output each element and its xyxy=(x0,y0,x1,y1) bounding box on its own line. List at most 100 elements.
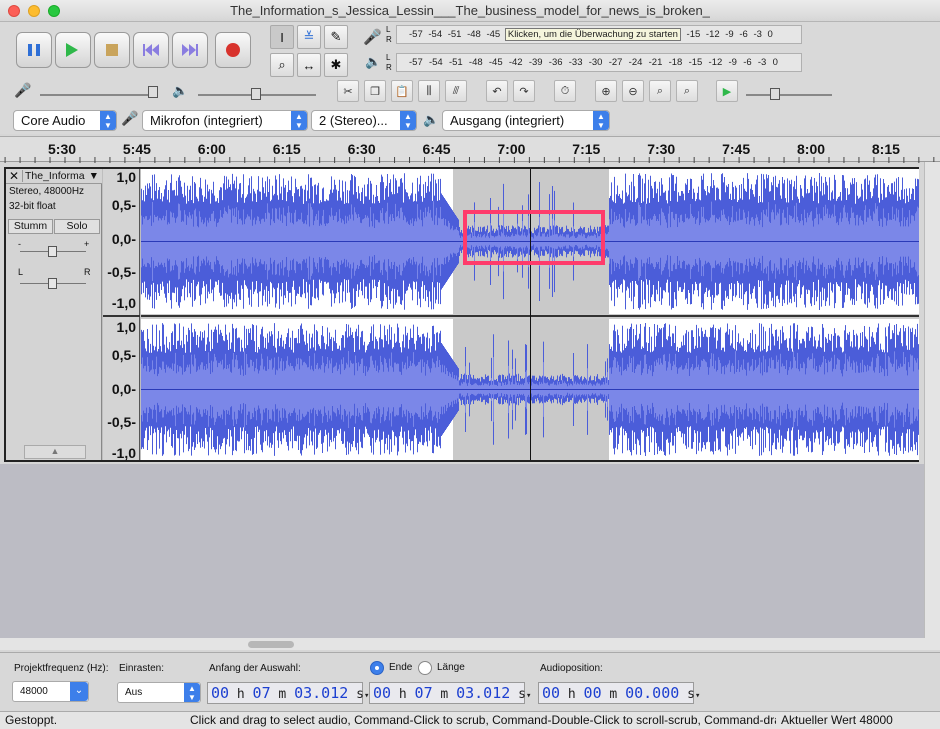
envelope-tool[interactable]: ≚ xyxy=(297,25,321,49)
ruler-tick-label: 8:15 xyxy=(871,141,900,157)
playback-meter[interactable]: -57 -54 -51 -48 -45 -42 -39 -36 -33 -30 … xyxy=(396,53,802,72)
pause-button[interactable] xyxy=(16,32,52,68)
project-rate-select[interactable]: 48000 ⌄ xyxy=(12,681,89,702)
empty-project-area[interactable] xyxy=(0,464,924,638)
y-axis-label: 1,0 xyxy=(116,169,136,185)
trim-button[interactable]: ⫼ xyxy=(418,80,440,102)
end-radio[interactable] xyxy=(370,661,384,675)
track-name-menu[interactable]: The_Informa ▼ xyxy=(22,170,102,182)
output-device-select[interactable]: Ausgang (integriert) ▲ ▼ xyxy=(442,110,610,131)
y-axis-label: 0,5- xyxy=(111,347,136,363)
zoom-tool[interactable]: ⌕ xyxy=(270,53,294,77)
fit-project-button[interactable]: ⌕ xyxy=(676,80,698,102)
ruler-tick-label: 6:45 xyxy=(422,141,451,157)
playback-meter-lr: LR xyxy=(386,53,392,72)
pan-slider-thumb[interactable] xyxy=(48,278,57,289)
title-bar: The_Information_s_Jessica_Lessin___The_b… xyxy=(0,0,940,22)
horizontal-scrollbar[interactable] xyxy=(0,638,940,650)
y-axis-label: -1,0 xyxy=(111,295,136,311)
double-arrow-icon: ↔ xyxy=(302,57,316,73)
play-speed-slider[interactable] xyxy=(746,94,832,96)
chevron-updown-icon: ▲ ▼ xyxy=(100,111,116,130)
selection-tool[interactable]: I xyxy=(270,25,294,49)
selection-toolbar: Projektfrequenz (Hz): 48000 ⌄ Einrasten: … xyxy=(0,652,940,711)
input-volume-slider[interactable] xyxy=(40,94,158,96)
fit-selection-icon: ⌕ xyxy=(656,84,664,97)
envelope-icon: ≚ xyxy=(303,29,315,44)
input-volume-thumb[interactable] xyxy=(148,86,158,98)
stop-button[interactable] xyxy=(94,32,130,68)
record-meter-scale: -57 -54 -51 -48 -45 xyxy=(409,29,501,40)
multi-tool[interactable]: ✱ xyxy=(324,53,348,77)
mute-button[interactable]: Stumm xyxy=(8,219,53,234)
ibeam-icon: I xyxy=(280,29,284,45)
stop-icon xyxy=(106,44,118,56)
stopwatch-icon: ⏱ xyxy=(560,84,570,97)
end-radio-label: Ende xyxy=(389,662,413,673)
fit-project-icon: ⌕ xyxy=(683,84,691,97)
skip-to-start-button[interactable] xyxy=(133,32,169,68)
sync-lock-button[interactable]: ⏱ xyxy=(554,80,576,102)
draw-tool[interactable]: ✎ xyxy=(324,25,348,49)
audio-position-time[interactable]: 00 h 00 m 00.000 s▾ xyxy=(538,682,700,704)
record-button[interactable] xyxy=(215,32,251,68)
y-axis-label: -0,5- xyxy=(107,414,136,430)
solo-button[interactable]: Solo xyxy=(54,219,100,234)
timeline-ruler[interactable]: 5:30 5:45 6:00 6:15 6:30 6:45 7:00 7:15 7:30 7:45… xyxy=(0,136,940,163)
audio-host-select[interactable]: Core Audio ▲ ▼ xyxy=(13,110,117,131)
status-bar: Gestoppt. Click and drag to select audio… xyxy=(0,711,940,729)
vertical-ruler[interactable]: 1,0 0,5- 0,0- -0,5- -1,0 1,0 0,5- 0,0- -0,5- -1,0 xyxy=(103,169,140,461)
y-axis-label: 0,0- xyxy=(111,381,136,397)
snap-label: Einrasten: xyxy=(119,663,165,674)
gain-slider-thumb[interactable] xyxy=(48,246,57,257)
close-window-button[interactable] xyxy=(8,5,20,17)
input-channels-select[interactable]: 2 (Stereo)... ▲ ▼ xyxy=(311,110,417,131)
triangle-up-icon: ▲ xyxy=(50,446,60,456)
record-meter[interactable]: -57 -54 -51 -48 -45 Klicken, um die Über… xyxy=(396,25,802,44)
channel-divider xyxy=(103,315,140,317)
project-rate-label: Projektfrequenz (Hz): xyxy=(14,663,109,674)
input-device-select[interactable]: Mikrofon (integriert) ▲ ▼ xyxy=(142,110,308,131)
output-volume-thumb[interactable] xyxy=(251,88,261,100)
play-speed-thumb[interactable] xyxy=(770,88,780,100)
chevron-updown-icon: ▲ ▼ xyxy=(291,111,307,130)
vertical-scrollbar[interactable] xyxy=(924,162,940,638)
audio-track[interactable]: ✕ The_Informa ▼ Stereo, 48000Hz 32-bit fl… xyxy=(4,167,919,462)
y-axis-label: -1,0 xyxy=(111,445,136,461)
fit-selection-button[interactable]: ⌕ xyxy=(649,80,671,102)
zoom-in-icon: ⊕ xyxy=(601,85,611,98)
snap-select[interactable]: Aus ▲ ▼ xyxy=(117,682,201,703)
undo-button[interactable]: ↶ xyxy=(486,80,508,102)
track-control-panel: ✕ The_Informa ▼ Stereo, 48000Hz 32-bit fl… xyxy=(6,169,102,460)
paste-button[interactable]: 📋 xyxy=(391,80,413,102)
zoom-in-button[interactable]: ⊕ xyxy=(595,80,617,102)
zoom-out-button[interactable]: ⊖ xyxy=(622,80,644,102)
horizontal-scrollbar-thumb[interactable] xyxy=(248,641,294,648)
length-radio[interactable] xyxy=(418,661,432,675)
waveform-display[interactable] xyxy=(141,169,919,460)
collapse-track-button[interactable]: ▲ xyxy=(24,445,86,459)
status-state: Gestoppt. xyxy=(5,713,58,727)
selection-end-time[interactable]: 00 h 07 m 03.012 s▾ xyxy=(369,682,531,704)
copy-button[interactable]: ❐ xyxy=(364,80,386,102)
ruler-tick-label: 8:00 xyxy=(797,141,826,157)
chevron-updown-icon: ▲ ▼ xyxy=(593,111,609,130)
skip-to-end-icon xyxy=(182,44,198,56)
selection-start-time[interactable]: 00 h 07 m 03.012 s▾ xyxy=(207,682,369,704)
skip-to-end-button[interactable] xyxy=(172,32,208,68)
play-button[interactable] xyxy=(55,32,91,68)
play-at-speed-button[interactable]: ▶ xyxy=(716,80,738,102)
time-shift-tool[interactable]: ↔ xyxy=(297,53,321,77)
zoom-window-button[interactable] xyxy=(48,5,60,17)
close-track-button[interactable]: ✕ xyxy=(9,169,19,183)
playback-meter-speaker-icon: 🔈 xyxy=(365,54,382,69)
length-radio-label: Länge xyxy=(437,662,465,673)
scissors-icon: ✂ xyxy=(343,85,353,98)
cut-button[interactable]: ✂ xyxy=(337,80,359,102)
ruler-tick-label: 7:15 xyxy=(572,141,601,157)
silence-button[interactable]: ⫻ xyxy=(445,80,467,102)
magnifier-icon: ⌕ xyxy=(278,57,286,72)
gain-minus-label: - xyxy=(18,239,21,249)
minimize-window-button[interactable] xyxy=(28,5,40,17)
redo-button[interactable]: ↷ xyxy=(513,80,535,102)
